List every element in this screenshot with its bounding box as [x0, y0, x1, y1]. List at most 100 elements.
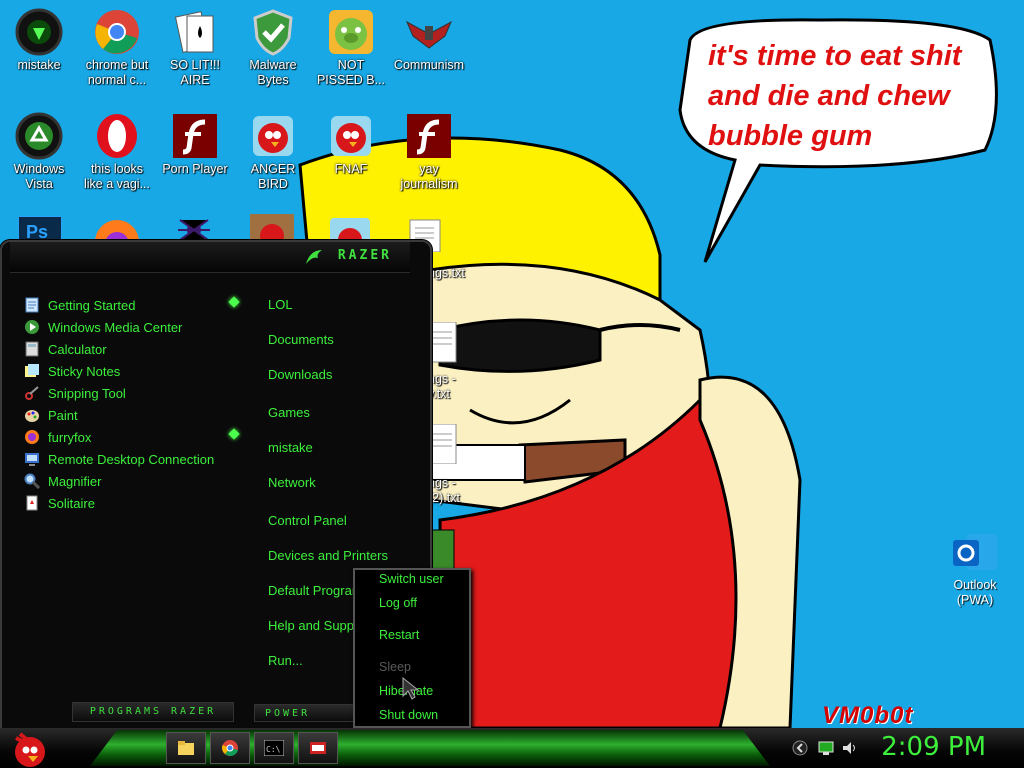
place-mistake[interactable]: mistake	[268, 440, 388, 475]
start-menu-header: RAZER	[10, 242, 410, 273]
chrome-icon	[95, 10, 139, 54]
submenu-arrow-icon	[228, 428, 240, 440]
desktop-icon-label: this looks like a vagi...	[83, 162, 150, 191]
program-solitaire[interactable]: Solitaire	[24, 492, 214, 514]
volume-icon[interactable]	[842, 740, 858, 756]
start-button-angry-bird-icon[interactable]	[6, 728, 50, 768]
place-downloads[interactable]: Downloads	[268, 367, 388, 405]
remote-desktop-icon	[25, 453, 39, 466]
all-programs-button[interactable]: PROGRAMS RAZER	[72, 702, 234, 722]
desktop-icon-label: Windows Vista	[13, 162, 65, 191]
snipping-tool-icon	[25, 386, 39, 400]
desktop-icon-chrome[interactable]: chrome but normal c...	[78, 8, 156, 88]
angry-bird-icon	[331, 116, 371, 156]
speech-bubble-text: it's time to eat shit and die and chew b…	[708, 40, 962, 152]
program-calculator[interactable]: Calculator	[24, 338, 214, 360]
desktop-icon-windows-vista[interactable]: Windows Vista	[0, 112, 78, 192]
desktop-icon-communism[interactable]: Communism	[390, 8, 468, 73]
outlook-icon	[953, 534, 997, 570]
power-shut-down[interactable]: Shut down	[379, 708, 438, 722]
program-getting-started[interactable]: Getting Started	[24, 294, 214, 316]
place-lol[interactable]: LOL	[268, 297, 388, 332]
program-label: Sticky Notes	[48, 363, 121, 379]
cmd-icon: C:\	[264, 740, 284, 756]
text-file-icon[interactable]	[428, 322, 458, 364]
place-control-panel[interactable]: Control Panel	[268, 513, 388, 548]
opera-icon	[97, 114, 137, 158]
artist-signature: VM0b0t	[822, 702, 914, 729]
desktop-icon-fnaf[interactable]: FNAF	[312, 112, 390, 177]
place-documents[interactable]: Documents	[268, 332, 388, 367]
program-sticky-notes[interactable]: Sticky Notes	[24, 360, 214, 382]
ninja-bird-icon[interactable]	[250, 214, 294, 242]
text-file-icon[interactable]	[428, 424, 458, 464]
paint-icon	[25, 410, 39, 422]
program-furryfox[interactable]: furryfox	[24, 426, 214, 448]
flash-icon	[407, 114, 451, 158]
desktop-icon-label: Outlook (PWA)	[953, 578, 997, 607]
program-magnifier[interactable]: Magnifier	[24, 470, 214, 492]
program-paint[interactable]: Paint	[24, 404, 214, 426]
cards-icon	[174, 11, 214, 53]
desktop-icon-anger-bird[interactable]: ANGER BIRD	[234, 112, 312, 192]
power-log-off[interactable]: Log off	[379, 596, 417, 610]
place-games[interactable]: Games	[268, 405, 388, 440]
photoshop-icon[interactable]: Ps	[18, 216, 62, 242]
desktop-icon-not-pissed[interactable]: NOT PISSED B...	[312, 8, 390, 88]
program-label: Snipping Tool	[48, 385, 126, 401]
program-remote-desktop[interactable]: Remote Desktop Connection	[24, 448, 214, 470]
taskbar-media[interactable]	[298, 732, 338, 764]
svg-text:Ps: Ps	[26, 222, 48, 242]
desktop-icon-porn-player[interactable]: Porn Player	[156, 112, 234, 177]
desktop-icon-label: Communism	[393, 58, 465, 72]
razer-logo-icon	[306, 250, 322, 264]
solitaire-icon	[26, 495, 38, 511]
programs-list: Getting Started Windows Media Center Cal…	[24, 294, 214, 514]
angry-bird-icon	[253, 116, 293, 156]
shield-icon	[253, 9, 293, 56]
desktop-icon-mistake[interactable]: mistake	[0, 8, 78, 73]
desktop-icon-opera[interactable]: this looks like a vagi...	[78, 112, 156, 192]
recycle-icon	[15, 112, 63, 160]
desktop-icon-yay-journalism[interactable]: yay journalism	[390, 112, 468, 192]
program-label: Remote Desktop Connection	[48, 451, 215, 467]
media-center-icon	[25, 320, 39, 334]
desktop-icon-label: SO LIT!!! AIRE	[169, 58, 220, 87]
program-label: Solitaire	[48, 495, 95, 511]
sticky-notes-icon	[25, 364, 39, 377]
razer-brand: RAZER	[337, 248, 392, 263]
angry-bird-icon[interactable]	[330, 218, 370, 242]
desktop-icon-outlook[interactable]: Outlook (PWA)	[936, 528, 1014, 608]
firefox-icon[interactable]	[95, 216, 139, 242]
power-restart[interactable]: Restart	[379, 628, 419, 642]
program-label: Magnifier	[48, 473, 102, 489]
taskbar-explorer[interactable]	[166, 732, 206, 764]
desktop-icon-so-lit[interactable]: SO LIT!!! AIRE	[156, 8, 234, 88]
mouse-cursor-icon	[402, 676, 420, 700]
getting-started-icon	[25, 297, 39, 313]
program-label: Calculator	[48, 341, 107, 357]
spider-solitaire-icon[interactable]	[172, 214, 216, 242]
magnifier-icon	[24, 473, 40, 489]
program-label: furryfox	[48, 429, 92, 445]
power-switch-user[interactable]: Switch user	[379, 572, 444, 586]
eagle-icon	[405, 20, 453, 49]
taskbar-chrome[interactable]	[210, 732, 250, 764]
taskbar: C:\ 2:09 PM	[0, 728, 1024, 768]
submenu-arrow-icon	[228, 296, 240, 308]
desktop-icon-label: mistake	[17, 58, 61, 72]
network-icon[interactable]	[818, 740, 834, 756]
program-snipping-tool[interactable]: Snipping Tool	[24, 382, 214, 404]
power-sleep: Sleep	[379, 660, 411, 674]
program-windows-media-center[interactable]: Windows Media Center	[24, 316, 214, 338]
show-hidden-icons-icon[interactable]	[792, 740, 808, 756]
pig-icon	[329, 10, 373, 54]
power-button[interactable]: POWER	[254, 704, 354, 722]
desktop-icon-label: chrome but normal c...	[85, 58, 149, 87]
desktop-icon-label: FNAF	[334, 162, 368, 176]
taskbar-cmd[interactable]: C:\	[254, 732, 294, 764]
taskbar-clock[interactable]: 2:09 PM	[881, 732, 986, 762]
program-label: Getting Started	[48, 297, 136, 313]
desktop-icon-malware-bytes[interactable]: Malware Bytes	[234, 8, 312, 88]
place-network[interactable]: Network	[268, 475, 388, 513]
